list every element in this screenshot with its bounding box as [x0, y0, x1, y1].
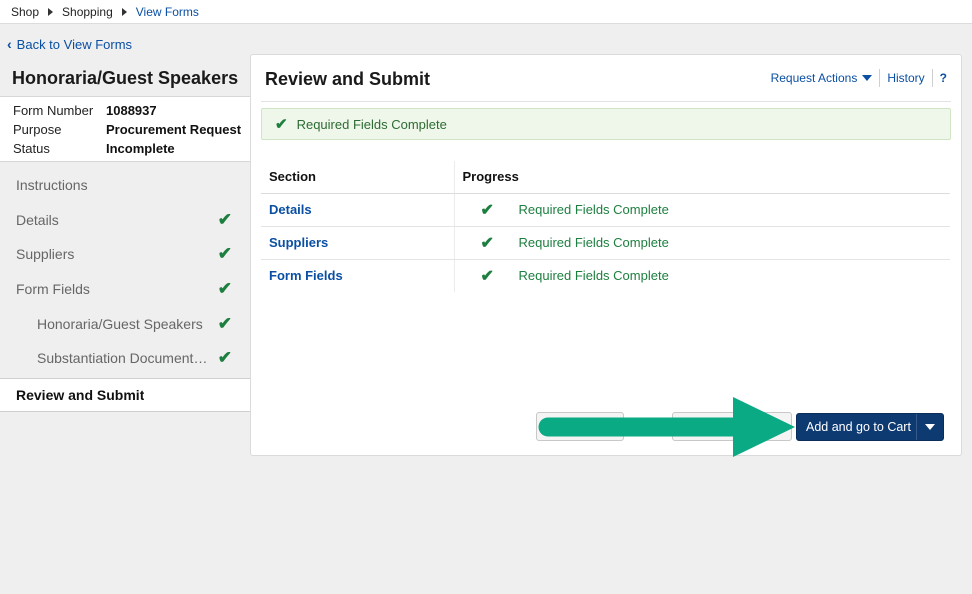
triangle-right-icon	[48, 7, 54, 16]
add-to-cart-dropdown-toggle[interactable]	[916, 414, 943, 440]
sidebar-item-review-and-submit[interactable]: Review and Submit	[0, 377, 250, 413]
progress-cell: ✔ Required Fields Complete	[454, 193, 951, 227]
column-header-progress: Progress	[454, 161, 950, 194]
status-value: Incomplete	[106, 141, 175, 156]
section-cell: Suppliers	[261, 226, 455, 260]
sidebar-nav: Instructions Details ✔ Suppliers ✔ Form …	[0, 168, 250, 413]
check-icon: ✔	[217, 244, 232, 264]
table-header-row: Section Progress	[261, 161, 950, 194]
back-to-view-forms-link[interactable]: ‹ Back to View Forms	[7, 36, 132, 52]
request-actions-menu[interactable]: Request Actions	[771, 71, 858, 85]
add-and-go-to-cart-label: Add and go to Cart	[806, 420, 911, 434]
sidebar-item-suppliers[interactable]: Suppliers ✔	[0, 237, 250, 272]
check-icon: ✔	[480, 267, 494, 285]
progress-cell: ✔ Required Fields Complete	[454, 226, 951, 260]
history-link[interactable]: History	[887, 71, 924, 85]
check-icon: ✔	[217, 313, 232, 333]
divider	[931, 69, 933, 87]
sidebar-item-label: Suppliers	[16, 246, 75, 263]
caret-down-icon[interactable]	[862, 75, 873, 81]
sidebar-item-substantiation-documentation[interactable]: Substantiation Documentation ✔	[0, 341, 250, 376]
caret-down-icon	[925, 424, 935, 430]
section-progress-table: Section Progress Details ✔ Required Field…	[261, 161, 950, 292]
back-link-label: Back to View Forms	[16, 36, 133, 52]
progress-cell: ✔ Required Fields Complete	[454, 259, 950, 292]
form-number-value: 1088937	[106, 103, 157, 118]
check-icon: ✔	[480, 201, 494, 219]
breadcrumb-view-forms[interactable]: View Forms	[136, 5, 199, 19]
purpose-label: Purpose	[13, 122, 62, 137]
form-number-row: Form Number 1088937	[13, 101, 250, 120]
table-row: Suppliers ✔ Required Fields Complete	[261, 226, 951, 260]
form-number-label: Form Number	[13, 103, 94, 118]
panel-actions: Request Actions History ?	[771, 69, 947, 87]
sidebar-item-form-fields[interactable]: Form Fields ✔	[0, 272, 250, 307]
alert-text: Required Fields Complete	[296, 116, 447, 132]
section-link-details[interactable]: Details	[269, 202, 312, 217]
progress-status: ✔ Required Fields Complete	[463, 233, 951, 253]
form-info: Form Number 1088937 Purpose Procurement …	[0, 96, 250, 162]
sidebar-item-label: Details	[16, 211, 59, 228]
progress-text: Required Fields Complete	[518, 268, 669, 284]
add-and-go-to-cart-button[interactable]: Add and go to Cart	[796, 413, 944, 441]
status-label: Status	[13, 141, 50, 156]
sidebar-item-instructions[interactable]: Instructions	[0, 168, 250, 203]
purpose-value: Procurement Request	[106, 122, 242, 137]
progress-text: Required Fields Complete	[518, 235, 669, 250]
divider	[261, 101, 951, 102]
check-icon: ✔	[217, 209, 232, 229]
triangle-right-icon	[121, 7, 127, 16]
sidebar-item-label: Honoraria/Guest Speakers	[37, 315, 203, 332]
progress-text: Required Fields Complete	[518, 202, 669, 217]
sidebar-item-honoraria-guest-speakers[interactable]: Honoraria/Guest Speakers ✔	[0, 306, 250, 341]
table-row: Form Fields ✔ Required Fields Complete	[261, 259, 950, 292]
page-title: Review and Submit	[265, 69, 431, 89]
section-cell: Details	[261, 193, 455, 227]
status-row: Status Incomplete	[13, 139, 250, 158]
help-link[interactable]: ?	[940, 71, 947, 85]
review-submit-panel: Review and Submit Request Actions Histor…	[250, 54, 962, 456]
required-fields-alert: ✔ Required Fields Complete	[261, 108, 951, 140]
sidebar-item-label: Instructions	[16, 177, 88, 194]
check-icon: ✔	[275, 116, 288, 133]
section-cell: Form Fields	[261, 259, 455, 292]
progress-status: ✔ Required Fields Complete	[463, 200, 951, 220]
sidebar-item-label: Substantiation Documentation	[37, 350, 212, 367]
secondary-button[interactable]	[536, 412, 624, 441]
sidebar-item-details[interactable]: Details ✔	[0, 203, 250, 238]
section-link-form-fields[interactable]: Form Fields	[269, 268, 343, 283]
table-row: Details ✔ Required Fields Complete	[261, 193, 951, 227]
divider	[879, 69, 881, 87]
breadcrumb: Shop Shopping View Forms	[0, 0, 972, 24]
purpose-row: Purpose Procurement Request	[13, 120, 250, 139]
check-icon: ✔	[480, 234, 494, 252]
breadcrumb-shop[interactable]: Shop	[11, 5, 39, 19]
breadcrumb-shopping[interactable]: Shopping	[62, 5, 113, 19]
secondary-button[interactable]	[672, 412, 792, 441]
progress-status: ✔ Required Fields Complete	[463, 266, 951, 286]
check-icon: ✔	[217, 279, 232, 299]
sidebar-item-label: Review and Submit	[16, 386, 145, 403]
column-header-section: Section	[261, 161, 455, 194]
form-title: Honoraria/Guest Speakers	[12, 67, 239, 88]
section-link-suppliers[interactable]: Suppliers	[269, 235, 328, 250]
sidebar-item-label: Form Fields	[16, 281, 90, 298]
check-icon: ✔	[217, 348, 232, 368]
chevron-left-icon: ‹	[7, 36, 12, 52]
